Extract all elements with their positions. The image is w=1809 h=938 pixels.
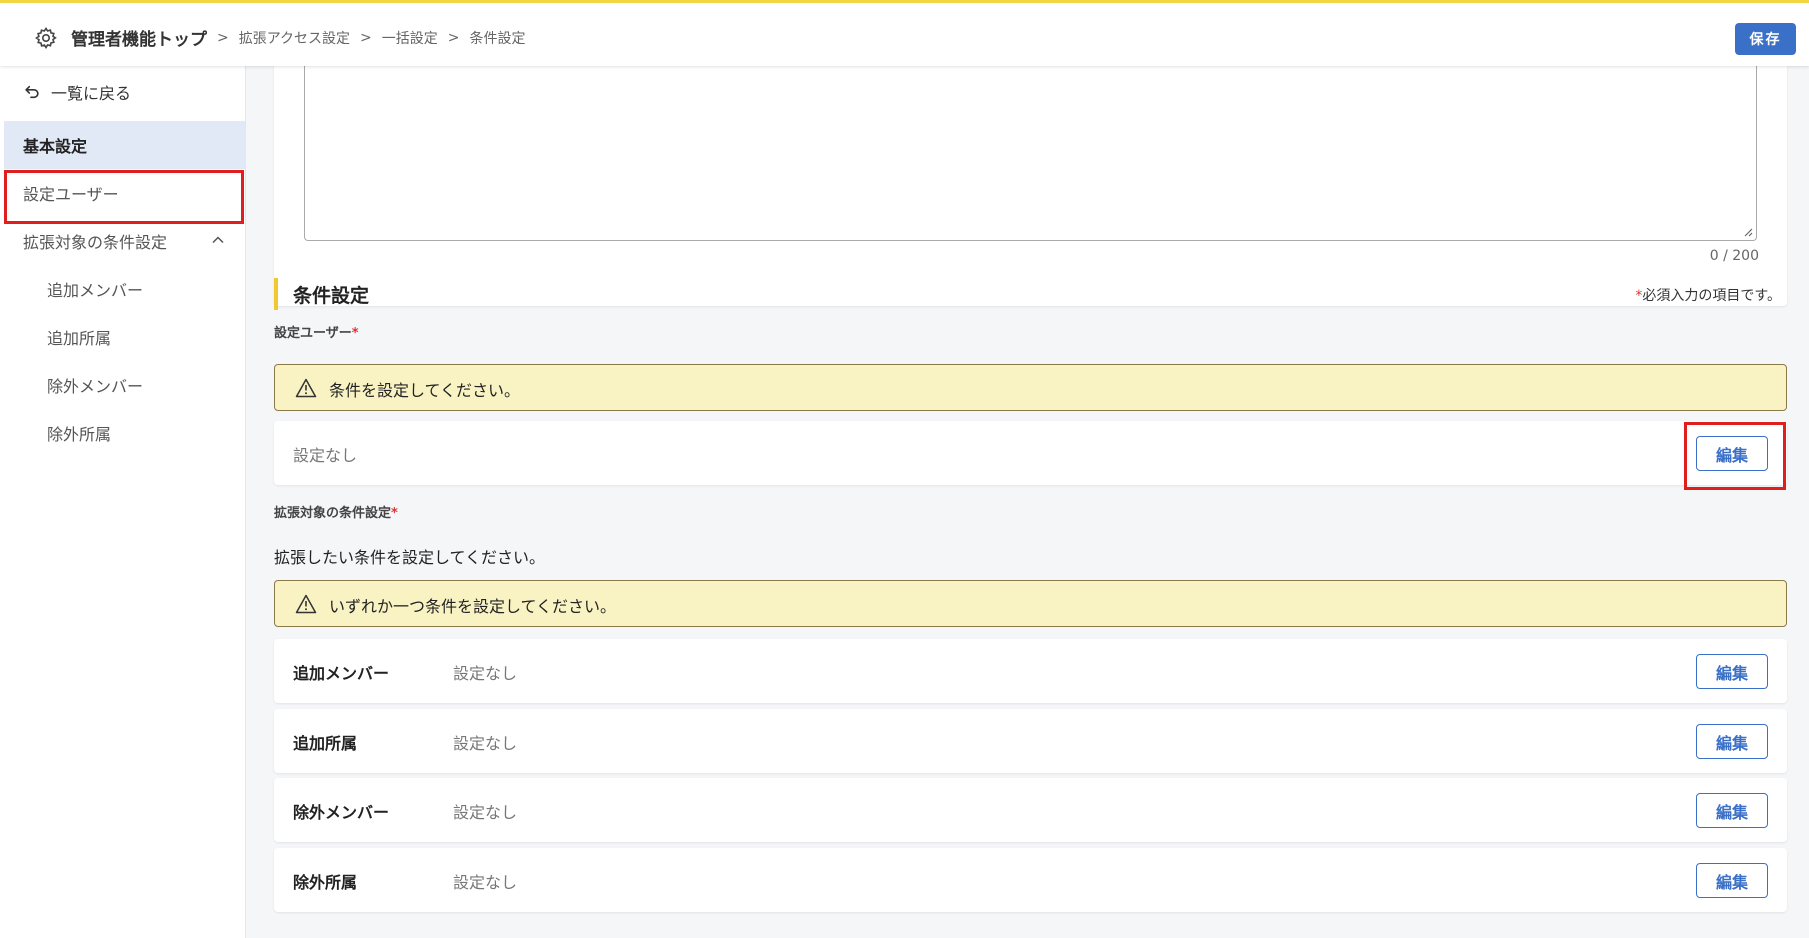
back-to-list-link[interactable]: 一覧に戻る (24, 80, 131, 104)
required-star: * (391, 506, 398, 521)
condition-row-exclude-member: 除外メンバー 設定なし 編集 (274, 778, 1787, 842)
condition-name: 除外所属 (293, 873, 358, 892)
undo-arrow-icon (25, 85, 39, 98)
sidebar-item-extension-conditions[interactable]: 拡張対象の条件設定 (4, 217, 245, 265)
top-bar: 管理者機能トップ > 拡張アクセス設定 > 一括設定 > 条件設定 保存 (0, 0, 1809, 66)
resize-grip-icon[interactable] (1743, 227, 1753, 237)
required-star: * (351, 326, 359, 341)
sidebar-item-basic-settings[interactable]: 基本設定 (4, 121, 245, 169)
save-button[interactable]: 保存 (1735, 23, 1796, 55)
condition-value: 設定なし (453, 734, 518, 753)
warning-text: 条件を設定してください。 (329, 381, 521, 400)
edit-exclude-affiliation-button[interactable]: 編集 (1696, 863, 1768, 898)
chevron-up-icon (212, 236, 224, 244)
condition-value: 設定なし (453, 803, 518, 822)
setting-user-label: 設定ユーザー* (274, 322, 359, 341)
sidebar-item-label: 拡張対象の条件設定 (23, 233, 168, 252)
extension-description: 拡張したい条件を設定してください。 (274, 548, 546, 567)
warning-triangle-icon (295, 378, 317, 398)
condition-row-exclude-affiliation: 除外所属 設定なし 編集 (274, 848, 1787, 912)
condition-value: 設定なし (453, 873, 518, 892)
extension-conditions-label-text: 拡張対象の条件設定 (274, 506, 392, 521)
setting-user-row: 設定なし 編集 (274, 421, 1787, 485)
section-title: 条件設定 (293, 285, 370, 307)
required-note: *必須入力の項目です。 (1635, 285, 1781, 305)
condition-row-add-member: 追加メンバー 設定なし 編集 (274, 639, 1787, 703)
breadcrumb-separator-icon: > (360, 29, 372, 46)
warning-text: いずれか一つ条件を設定してください。 (329, 597, 617, 616)
condition-name: 追加所属 (293, 734, 358, 753)
main-content: 0 / 200 条件設定 *必須入力の項目です。 設定ユーザー* 条件を設定して… (246, 66, 1809, 938)
extension-warning: いずれか一つ条件を設定してください。 (274, 580, 1787, 627)
gear-icon[interactable] (34, 26, 58, 50)
sidebar-item-setting-user[interactable]: 設定ユーザー (4, 169, 245, 217)
breadcrumb-root-link[interactable]: 管理者機能トップ (71, 25, 207, 50)
condition-value: 設定なし (453, 664, 518, 683)
sidebar-item-add-member[interactable]: 追加メンバー (4, 265, 245, 313)
required-note-text: 必須入力の項目です。 (1642, 288, 1781, 304)
edit-add-affiliation-button[interactable]: 編集 (1696, 724, 1768, 759)
edit-add-member-button[interactable]: 編集 (1696, 654, 1768, 689)
setting-user-value: 設定なし (293, 446, 358, 465)
edit-setting-user-button[interactable]: 編集 (1696, 436, 1768, 471)
setting-user-warning: 条件を設定してください。 (274, 364, 1787, 411)
char-counter: 0 / 200 (1709, 248, 1759, 264)
breadcrumb-item-extended-access[interactable]: 拡張アクセス設定 (239, 28, 350, 48)
condition-name: 追加メンバー (293, 664, 390, 683)
breadcrumb-item-bulk-settings[interactable]: 一括設定 (382, 28, 438, 48)
condition-row-add-affiliation: 追加所属 設定なし 編集 (274, 709, 1787, 773)
sidebar: 一覧に戻る 基本設定 設定ユーザー 拡張対象の条件設定 追加メンバー 追加所属 … (0, 66, 246, 938)
memo-card: 0 / 200 (274, 66, 1787, 306)
breadcrumb: 管理者機能トップ > 拡張アクセス設定 > 一括設定 > 条件設定 (71, 25, 526, 51)
breadcrumb-item-current: 条件設定 (469, 30, 526, 47)
extension-conditions-label: 拡張対象の条件設定* (274, 502, 398, 521)
memo-textarea[interactable] (304, 66, 1757, 241)
setting-user-label-text: 設定ユーザー (274, 326, 352, 341)
breadcrumb-separator-icon: > (447, 29, 460, 46)
warning-triangle-icon (295, 594, 317, 614)
section-accent-bar (274, 278, 278, 310)
condition-name: 除外メンバー (293, 803, 390, 822)
back-label: 一覧に戻る (51, 84, 132, 103)
sidebar-item-exclude-affiliation[interactable]: 除外所属 (4, 409, 245, 457)
edit-exclude-member-button[interactable]: 編集 (1696, 793, 1768, 828)
sidebar-item-add-affiliation[interactable]: 追加所属 (4, 313, 245, 361)
breadcrumb-separator-icon: > (217, 29, 229, 46)
sidebar-item-exclude-member[interactable]: 除外メンバー (4, 361, 245, 409)
